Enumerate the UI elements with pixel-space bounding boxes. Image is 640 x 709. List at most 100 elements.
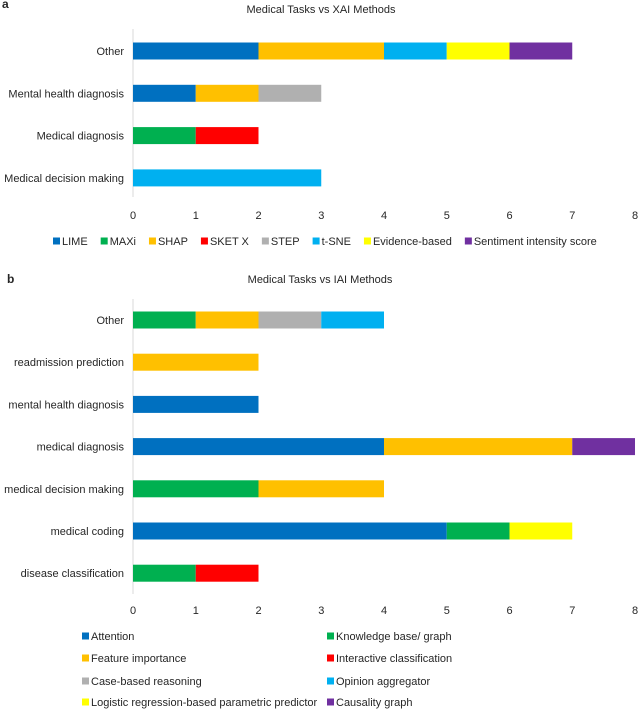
legend-label: Feature importance bbox=[91, 653, 186, 665]
x-tick-label: 2 bbox=[255, 605, 261, 617]
legend-label: Evidence-based bbox=[373, 236, 452, 248]
chart-title-a: Medical Tasks vs XAI Methods bbox=[247, 4, 396, 16]
bar-medical-coding-logistic-regression-based-parametric-predictor bbox=[509, 522, 573, 540]
figure: a Medical Tasks vs XAI Methods b Medical… bbox=[2, 0, 638, 709]
legend-swatch bbox=[327, 654, 334, 662]
bar-other-shap bbox=[258, 42, 384, 60]
bar-medical-diagnosis-sket-x bbox=[195, 127, 259, 145]
legend-swatch bbox=[363, 237, 371, 245]
panel-label-a: a bbox=[2, 0, 9, 11]
category-label-medical-decision-making: medical decision making bbox=[4, 484, 124, 496]
x-tick-label: 8 bbox=[632, 210, 638, 222]
bar-other-t-sne bbox=[384, 42, 447, 60]
legend-swatch bbox=[53, 237, 60, 245]
category-label-mental-health-diagnosis: mental health diagnosis bbox=[8, 399, 124, 411]
x-tick-label: 5 bbox=[444, 605, 450, 617]
legend-label: Case-based reasoning bbox=[91, 676, 202, 688]
bar-mental-health-diagnosis-shap bbox=[195, 84, 259, 102]
category-label-medical-decision-making: Medical decision making bbox=[4, 173, 124, 185]
legend-swatch bbox=[261, 237, 269, 245]
x-tick-label: 6 bbox=[506, 605, 512, 617]
legend-label: Sentiment intensity score bbox=[474, 236, 597, 248]
category-label-medical-coding: medical coding bbox=[51, 526, 124, 538]
category-label-disease-classification: disease classification bbox=[21, 568, 124, 580]
bar-disease-classification-knowledge-base-graph bbox=[133, 564, 196, 582]
x-tick-label: 3 bbox=[318, 210, 324, 222]
legend-swatch bbox=[312, 237, 320, 245]
bar-readmission-prediction-feature-importance bbox=[133, 353, 259, 371]
legend-item-opinion-aggregator: Opinion aggregator bbox=[327, 676, 431, 688]
legend-item-case-based-reasoning: Case-based reasoning bbox=[82, 676, 202, 688]
legend-swatch bbox=[148, 237, 156, 245]
x-tick-label: 1 bbox=[193, 210, 199, 222]
legend-label: STEP bbox=[271, 236, 300, 248]
legend-b: Attention Knowledge base/ graph Feature im… bbox=[82, 631, 452, 709]
bar-medical-coding-knowledge-base-graph bbox=[446, 522, 510, 540]
legend-a: LIME MAXi SHAP SKET X STEP t-SNE Evidence-base… bbox=[53, 236, 597, 248]
category-label-readmission-prediction: readmission prediction bbox=[14, 357, 124, 369]
panel-label-b: b bbox=[7, 272, 14, 286]
x-tick-label: 6 bbox=[506, 210, 512, 222]
chart-title-b: Medical Tasks vs IAI Methods bbox=[248, 274, 393, 286]
legend-item-sket-x: SKET X bbox=[200, 236, 250, 248]
bar-medical-decision-making-feature-importance bbox=[258, 480, 384, 498]
x-tick-label: 3 bbox=[318, 605, 324, 617]
bar-medical-diagnosis-feature-importance bbox=[384, 438, 573, 456]
legend-label: SKET X bbox=[210, 236, 250, 248]
bar-other-case-based-reasoning bbox=[258, 311, 322, 329]
legend-item-causality-graph: Causality graph bbox=[327, 697, 412, 709]
legend-swatch bbox=[327, 632, 334, 640]
chart-b: Other readmission prediction mental health… bbox=[4, 299, 638, 709]
legend-label: Knowledge base/ graph bbox=[336, 631, 452, 643]
legend-swatch bbox=[100, 237, 108, 245]
x-tick-label: 7 bbox=[569, 605, 575, 617]
x-tick-label: 4 bbox=[381, 210, 387, 222]
legend-item-knowledge-base-graph: Knowledge base/ graph bbox=[327, 631, 452, 643]
bar-mental-health-diagnosis-attention bbox=[133, 395, 259, 413]
category-label-other: Other bbox=[96, 46, 124, 58]
legend-label: SHAP bbox=[158, 236, 188, 248]
bar-other-feature-importance bbox=[195, 311, 259, 329]
legend-swatch bbox=[200, 237, 208, 245]
legend-item-evidence-based: Evidence-based bbox=[363, 236, 452, 248]
legend-label: t-SNE bbox=[322, 236, 351, 248]
legend-item-attention: Attention bbox=[82, 631, 134, 643]
legend-label: Opinion aggregator bbox=[336, 676, 431, 688]
legend-item-t-sne: t-SNE bbox=[312, 236, 351, 248]
legend-swatch bbox=[82, 654, 89, 662]
x-tick-label: 5 bbox=[444, 210, 450, 222]
bar-medical-diagnosis-causality-graph bbox=[572, 438, 635, 456]
bar-medical-diagnosis-attention bbox=[133, 438, 384, 456]
x-tick-label: 8 bbox=[632, 605, 638, 617]
bar-mental-health-diagnosis-lime bbox=[133, 84, 196, 102]
legend-swatch bbox=[327, 677, 334, 685]
legend-label: MAXi bbox=[110, 236, 136, 248]
bar-medical-decision-making-knowledge-base-graph bbox=[133, 480, 259, 498]
bar-other-lime bbox=[133, 42, 259, 60]
legend-item-sentiment-intensity-score: Sentiment intensity score bbox=[464, 236, 597, 248]
category-label-mental-health-diagnosis: Mental health diagnosis bbox=[8, 88, 124, 100]
chart-a: Other Mental health diagnosis Medical diag… bbox=[4, 29, 638, 248]
legend-item-step: STEP bbox=[261, 236, 300, 248]
bar-medical-coding-attention bbox=[133, 522, 447, 540]
legend-label: LIME bbox=[62, 236, 88, 248]
legend-item-shap: SHAP bbox=[148, 236, 188, 248]
x-tick-label: 0 bbox=[130, 605, 136, 617]
legend-label: Causality graph bbox=[336, 697, 412, 709]
bar-medical-decision-making-t-sne bbox=[133, 169, 322, 187]
x-tick-label: 1 bbox=[193, 605, 199, 617]
x-tick-label: 4 bbox=[381, 605, 387, 617]
legend-swatch bbox=[82, 677, 89, 685]
bar-other-knowledge-base-graph bbox=[133, 311, 196, 329]
bar-mental-health-diagnosis-step bbox=[258, 84, 322, 102]
legend-label: Interactive classification bbox=[336, 653, 452, 665]
legend-label: Logistic regression-based parametric pre… bbox=[91, 697, 318, 709]
legend-label: Attention bbox=[91, 631, 134, 643]
bar-other-sentiment-intensity-score bbox=[509, 42, 573, 60]
legend-item-logistic-regression-based-parametric-predictor: Logistic regression-based parametric pre… bbox=[82, 697, 318, 709]
legend-item-lime: LIME bbox=[53, 236, 88, 248]
bar-other-evidence-based bbox=[446, 42, 510, 60]
category-label-other: Other bbox=[96, 315, 124, 327]
bar-disease-classification-interactive-classification bbox=[195, 564, 259, 582]
legend-swatch bbox=[82, 698, 89, 706]
